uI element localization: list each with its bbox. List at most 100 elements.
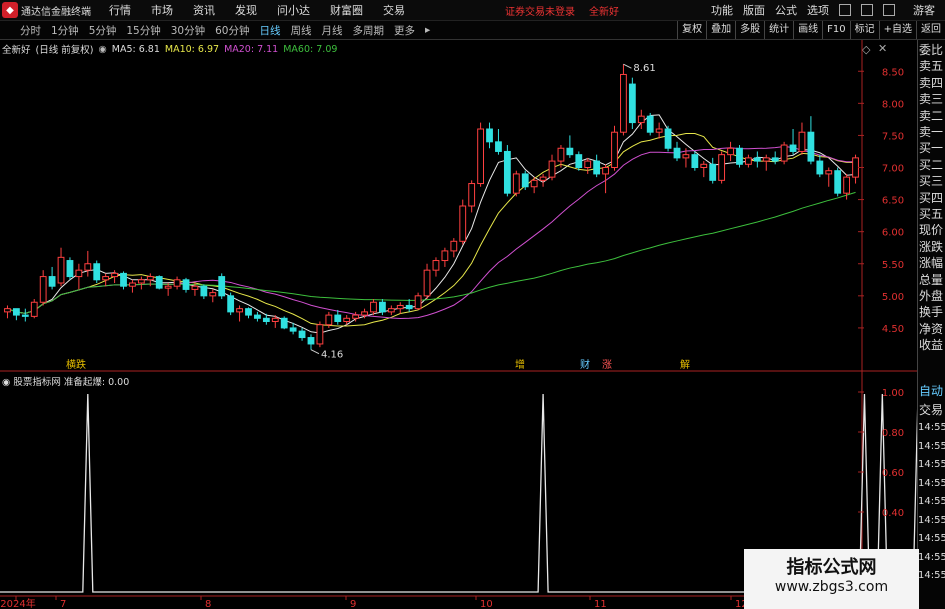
tab-1min[interactable]: 1分钟 — [49, 23, 81, 38]
tab-5min[interactable]: 5分钟 — [87, 23, 119, 38]
side-label[interactable]: 外盘 — [918, 289, 944, 303]
candle-body — [495, 141, 502, 152]
candle-body — [93, 263, 101, 281]
trade-time[interactable]: 14:55 — [918, 551, 945, 565]
side-label[interactable]: 买五 — [918, 207, 944, 221]
candle-body — [30, 301, 38, 317]
candle-body — [673, 147, 681, 159]
ma5-line — [7, 114, 856, 334]
tab-multi-period[interactable]: 多周期 — [351, 23, 387, 38]
side-label[interactable]: 卖五 — [918, 59, 944, 73]
window-maximize-icon[interactable] — [861, 4, 873, 16]
candle-body — [825, 170, 833, 175]
overlay-button[interactable]: 叠加 — [706, 21, 735, 39]
side-label[interactable]: 卖四 — [918, 76, 944, 90]
time-tick-label: 10 — [480, 599, 493, 609]
quote-side-panel: 委比卖五卖四卖三卖二卖一买一买二买三买四买五现价涨跌涨幅总量外盘换手净资收益自动… — [917, 40, 945, 609]
candle-body — [628, 83, 636, 124]
candle-body — [441, 250, 449, 262]
trade-time[interactable]: 14:55 — [918, 514, 945, 528]
tab-monthly[interactable]: 月线 — [320, 23, 345, 38]
candle-body — [682, 154, 690, 159]
low-pointer — [310, 349, 320, 355]
f10-button[interactable]: F10 — [822, 21, 849, 39]
guest-label[interactable]: 游客 — [913, 2, 935, 18]
side-lower-label[interactable]: 交易 — [918, 403, 944, 417]
menu-item-trade[interactable]: 交易 — [383, 2, 405, 18]
tab-15min[interactable]: 15分钟 — [124, 23, 162, 38]
ma10-label: MA10: 6.97 — [164, 43, 220, 55]
candle-body — [12, 308, 20, 316]
side-lower-label[interactable]: 自动 — [918, 384, 944, 398]
side-label[interactable]: 卖一 — [918, 125, 944, 139]
time-tick-label: 9 — [350, 599, 356, 609]
menu-item-formula[interactable]: 公式 — [775, 2, 797, 18]
menu-item-ask[interactable]: 问小达 — [277, 2, 310, 18]
trade-time[interactable]: 14:55 — [918, 440, 945, 454]
trade-time[interactable]: 14:55 — [918, 569, 945, 583]
price-chart[interactable]: 8.50 8.00 7.50 7.00 6.50 6.00 5.50 5.00 4.50 8.61… — [0, 0, 945, 609]
trade-time[interactable]: 14:55 — [918, 532, 945, 546]
side-label[interactable]: 买三 — [918, 174, 944, 188]
candle-body — [771, 157, 779, 162]
tab-weekly[interactable]: 周线 — [289, 23, 314, 38]
multi-stock-button[interactable]: 多股 — [735, 21, 764, 39]
close-chart-icon[interactable]: ✕ — [878, 42, 887, 55]
candle-body — [191, 285, 199, 290]
menu-item-function[interactable]: 功能 — [711, 2, 733, 18]
tab-more[interactable]: 更多 — [392, 23, 417, 38]
side-label[interactable]: 买一 — [918, 141, 944, 155]
candle-body — [298, 330, 306, 339]
trade-time[interactable]: 14:55 — [918, 495, 945, 509]
login-notice[interactable]: 证券交易未登录 — [505, 3, 575, 18]
add-watchlist-button[interactable]: +自选 — [878, 21, 916, 39]
side-label[interactable]: 收益 — [918, 338, 944, 352]
trade-time[interactable]: 14:55 — [918, 421, 945, 435]
side-label[interactable]: 涨跌 — [918, 240, 944, 254]
menu-item-layout[interactable]: 版面 — [743, 2, 765, 18]
side-label[interactable]: 换手 — [918, 305, 944, 319]
side-label[interactable]: 现价 — [918, 223, 944, 237]
tab-60min[interactable]: 60分钟 — [213, 23, 251, 38]
menu-item-discover[interactable]: 发现 — [235, 2, 257, 18]
candle-body — [254, 314, 261, 319]
side-label[interactable]: 卖三 — [918, 92, 944, 106]
side-label[interactable]: 卖二 — [918, 109, 944, 123]
tab-intraday[interactable]: 分时 — [18, 23, 43, 38]
tab-30min[interactable]: 30分钟 — [169, 23, 207, 38]
side-label[interactable]: 买二 — [918, 158, 944, 172]
stats-button[interactable]: 统计 — [764, 21, 793, 39]
side-label[interactable]: 委比 — [918, 43, 944, 57]
side-label[interactable]: 买四 — [918, 191, 944, 205]
side-label[interactable]: 净资 — [918, 322, 944, 336]
indicator-label: ◉ 股票指标网 准备起爆: 0.00 — [2, 374, 129, 388]
menu-item-market[interactable]: 市场 — [151, 2, 173, 18]
menu-item-news[interactable]: 资讯 — [193, 2, 215, 18]
window-layout-icon[interactable] — [883, 4, 895, 16]
candle-body — [646, 115, 654, 133]
indicator-value: 0.00 — [108, 377, 130, 388]
window-restore-icon[interactable] — [839, 4, 851, 16]
tab-daily[interactable]: 日线 — [258, 23, 283, 38]
candle-body — [4, 308, 11, 313]
indicator-settings-icon[interactable]: ◉ — [2, 377, 10, 388]
side-label[interactable]: 涨幅 — [918, 256, 944, 270]
adjust-button[interactable]: 复权 — [677, 21, 706, 39]
menu-item-wealth[interactable]: 财富圈 — [330, 2, 363, 18]
settings-icon[interactable]: ◉ — [98, 44, 106, 55]
price-tick-label: 4.50 — [882, 324, 904, 335]
candle-body — [798, 131, 806, 152]
collapse-icon[interactable]: ◇ — [862, 43, 870, 56]
ma10-line — [7, 132, 856, 327]
more-arrow-icon[interactable]: ▸ — [423, 24, 432, 36]
trade-time[interactable]: 14:55 — [918, 477, 945, 491]
menu-item-options[interactable]: 选项 — [807, 2, 829, 18]
side-label[interactable]: 总量 — [918, 273, 944, 287]
price-tick-label: 6.50 — [882, 196, 904, 207]
price-tick-label: 8.00 — [882, 99, 904, 110]
menu-item-quotes[interactable]: 行情 — [109, 2, 131, 18]
trade-time[interactable]: 14:55 — [918, 458, 945, 472]
mark-button[interactable]: 标记 — [849, 21, 879, 39]
draw-line-button[interactable]: 画线 — [793, 21, 822, 39]
back-button[interactable]: 返回 — [916, 21, 945, 39]
